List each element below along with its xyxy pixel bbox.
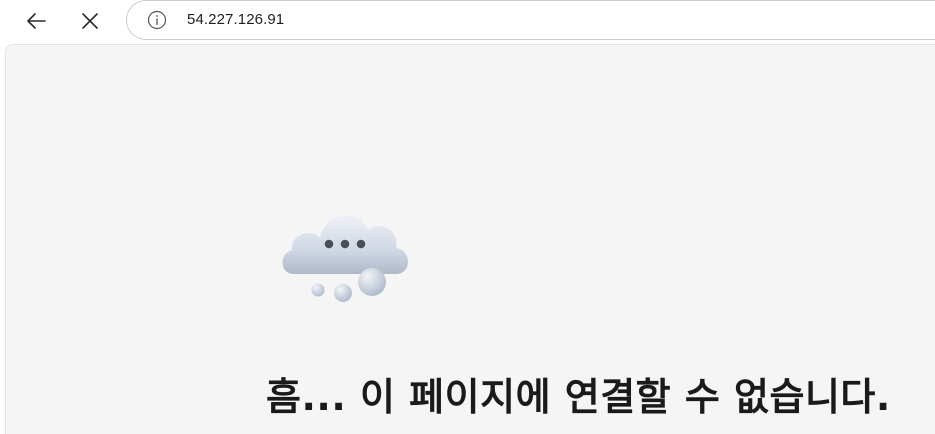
error-heading: 흠... 이 페이지에 연결할 수 없습니다. (266, 375, 891, 419)
close-icon (82, 13, 98, 29)
cloud-thinking-icon (282, 215, 408, 302)
info-icon (147, 10, 167, 30)
address-bar[interactable]: 54.227.126.91 (126, 0, 935, 40)
stop-loading-button[interactable] (73, 4, 107, 38)
arrow-left-icon (27, 13, 46, 29)
url-text[interactable]: 54.227.126.91 (187, 11, 284, 28)
browser-toolbar: 54.227.126.91 (0, 0, 935, 44)
back-button[interactable] (19, 4, 53, 38)
site-info-button[interactable] (147, 10, 167, 30)
